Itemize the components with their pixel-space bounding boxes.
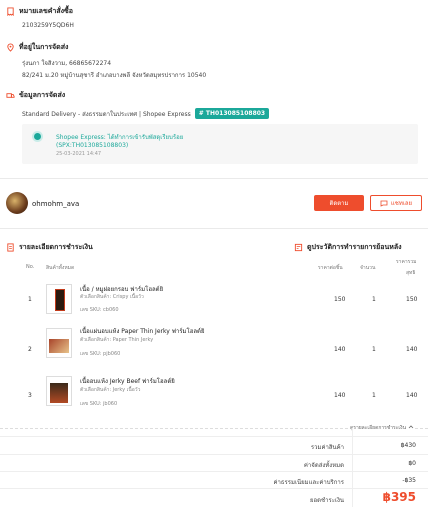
receipt-icon <box>6 7 15 16</box>
tracking-status-text: Shopee Express: ได้ทำการเข้ารับพัสดุเรีย… <box>56 134 184 141</box>
truck-icon <box>6 91 15 100</box>
unit-price: 140 <box>334 346 346 353</box>
shipping-method: Standard Delivery - ส่งธรรมดาในประเทศ | … <box>22 110 191 118</box>
seller-row: ohmohm_ava ติดตาม แชทเลย <box>0 190 428 220</box>
status-dot-icon <box>34 133 41 140</box>
payment-details-heading: รายละเอียดการชำระเงิน <box>19 243 93 251</box>
quantity: 1 <box>372 296 376 303</box>
unit-price: 150 <box>334 296 346 303</box>
shipping-method-row: Standard Delivery - ส่งธรรมดาในประเทศ | … <box>22 108 270 119</box>
product-sku: เลข SKU: cb060 <box>80 307 119 313</box>
tracking-status-code: (SPX:TH013085108803) <box>56 142 129 149</box>
row-total: 150 <box>406 296 418 303</box>
col-product: สินค้าทั้งหมด <box>46 265 75 271</box>
row-total: 140 <box>406 346 418 353</box>
summary-value: ฿0 <box>408 460 416 467</box>
summary-value: -฿35 <box>402 477 416 484</box>
payment-details-header: รายละเอียดการชำระเงิน <box>6 242 93 253</box>
product-sku: เลข SKU: jb060 <box>80 401 118 407</box>
divider <box>0 178 428 179</box>
product-thumbnail[interactable] <box>46 284 72 314</box>
seller-avatar[interactable] <box>6 192 28 214</box>
product-name[interactable]: เนื้ออบแห้ง Jerky Beef ฟาร์มโฮลต์ยิ <box>80 376 175 386</box>
total-value: ฿395 <box>382 490 416 504</box>
chat-button-label: แชทเลย <box>390 200 413 207</box>
order-number-value: 2103259Y5QD6H <box>22 22 74 29</box>
address-header: ที่อยู่ในการจัดส่ง <box>6 42 68 53</box>
chat-icon <box>380 200 388 207</box>
tracking-status-box[interactable]: Shopee Express: ได้ทำการเข้ารับพัสดุเรีย… <box>22 124 418 164</box>
quantity: 1 <box>372 346 376 353</box>
product-variant: ตัวเลือกสินค้า: Paper Thin Jerky <box>80 337 154 343</box>
col-unit-price: ราคาต่อชิ้น <box>318 265 343 271</box>
chat-button[interactable]: แชทเลย <box>370 195 422 211</box>
unit-price: 140 <box>334 392 346 399</box>
seller-name[interactable]: ohmohm_ava <box>32 200 79 208</box>
shipping-header: ข้อมูลการจัดส่ง <box>6 90 65 101</box>
col-subtotal-bottom: สุทธิ <box>406 270 416 276</box>
follow-button[interactable]: ติดตาม <box>314 195 364 211</box>
summary-fee-row: ค่าธรรมเนียมและค่าบริการ -฿35 <box>0 471 428 487</box>
summary-subtotal-row: รวมค่าสินค้า ฿430 <box>0 436 428 452</box>
shipping-heading: ข้อมูลการจัดส่ง <box>19 91 66 99</box>
order-number-heading: หมายเลขคำสั่งซื้อ <box>19 7 73 15</box>
row-total: 140 <box>406 392 418 399</box>
product-thumbnail[interactable] <box>46 328 72 358</box>
row-number: 1 <box>28 296 32 303</box>
summary-value: ฿430 <box>400 442 416 449</box>
return-history-label: ดูประวัติการทำรายการย้อนหลัง <box>307 243 402 251</box>
summary-label: ค่าธรรมเนียมและค่าบริการ <box>273 479 344 486</box>
row-number: 2 <box>28 346 32 353</box>
summary-shipping-row: ค่าจัดส่งทั้งหมด ฿0 <box>0 454 428 470</box>
product-variant: ตัวเลือกสินค้า: Crispy เนื้อวัว <box>80 294 144 300</box>
address-name-phone: รุ่งนภา ใจสิงวาม, 66865672274 <box>22 60 112 67</box>
document-icon <box>6 243 15 252</box>
product-sku: เลข SKU: pjb060 <box>80 351 121 357</box>
location-pin-icon <box>6 43 15 52</box>
table-row[interactable]: 3 เนื้ออบแห้ง Jerky Beef ฟาร์มโฮลต์ยิ ตั… <box>0 372 428 416</box>
summary-total-row: ยอดชำระเงิน ฿395 <box>0 488 428 507</box>
divider <box>0 228 428 229</box>
history-icon <box>294 243 303 252</box>
row-number: 3 <box>28 392 32 399</box>
address-line: 82/241 ม.20 หมู่บ้านสุชารี อำเภอบางพลี จ… <box>22 72 207 79</box>
summary-toggle-label: ดูรายละเอียดการชำระเงิน <box>350 425 406 431</box>
chevron-up-icon <box>408 425 414 431</box>
product-name[interactable]: เนื้อแผ่นอบแห้ง Paper Thin Jerky ฟาร์มโฮ… <box>80 326 204 336</box>
tracking-tag[interactable]: # TH013085108803 <box>194 108 270 119</box>
table-row[interactable]: 2 เนื้อแผ่นอบแห้ง Paper Thin Jerky ฟาร์ม… <box>0 322 428 366</box>
tracking-status-time: 25-03-2021 14:47 <box>56 151 102 157</box>
items-table-header: No. สินค้าทั้งหมด ราคาต่อชิ้น จำนวน ราคา… <box>0 259 428 276</box>
quantity: 1 <box>372 392 376 399</box>
total-label: ยอดชำระเงิน <box>310 497 344 504</box>
summary-label: ค่าจัดส่งทั้งหมด <box>303 462 344 469</box>
product-thumbnail[interactable] <box>46 376 72 406</box>
return-history-link[interactable]: ดูประวัติการทำรายการย้อนหลัง <box>294 242 402 253</box>
col-subtotal-top: ราคารวม <box>396 259 417 265</box>
product-variant: ตัวเลือกสินค้า: Jerky เนื้อวัว <box>80 387 141 393</box>
summary-toggle[interactable]: ดูรายละเอียดการชำระเงิน <box>348 424 414 432</box>
order-number-header: หมายเลขคำสั่งซื้อ <box>6 6 73 17</box>
address-heading: ที่อยู่ในการจัดส่ง <box>19 43 69 51</box>
table-row[interactable]: 1 เนื้อ / หมูฝอยกรอบ ฟาร์มโฮลต์ยิ ตัวเลื… <box>0 278 428 322</box>
summary-label: รวมค่าสินค้า <box>310 444 344 451</box>
items-header: รายละเอียดการชำระเงิน ดูประวัติการทำรายก… <box>0 240 428 254</box>
col-qty: จำนวน <box>360 265 376 271</box>
col-no: No. <box>26 264 35 270</box>
